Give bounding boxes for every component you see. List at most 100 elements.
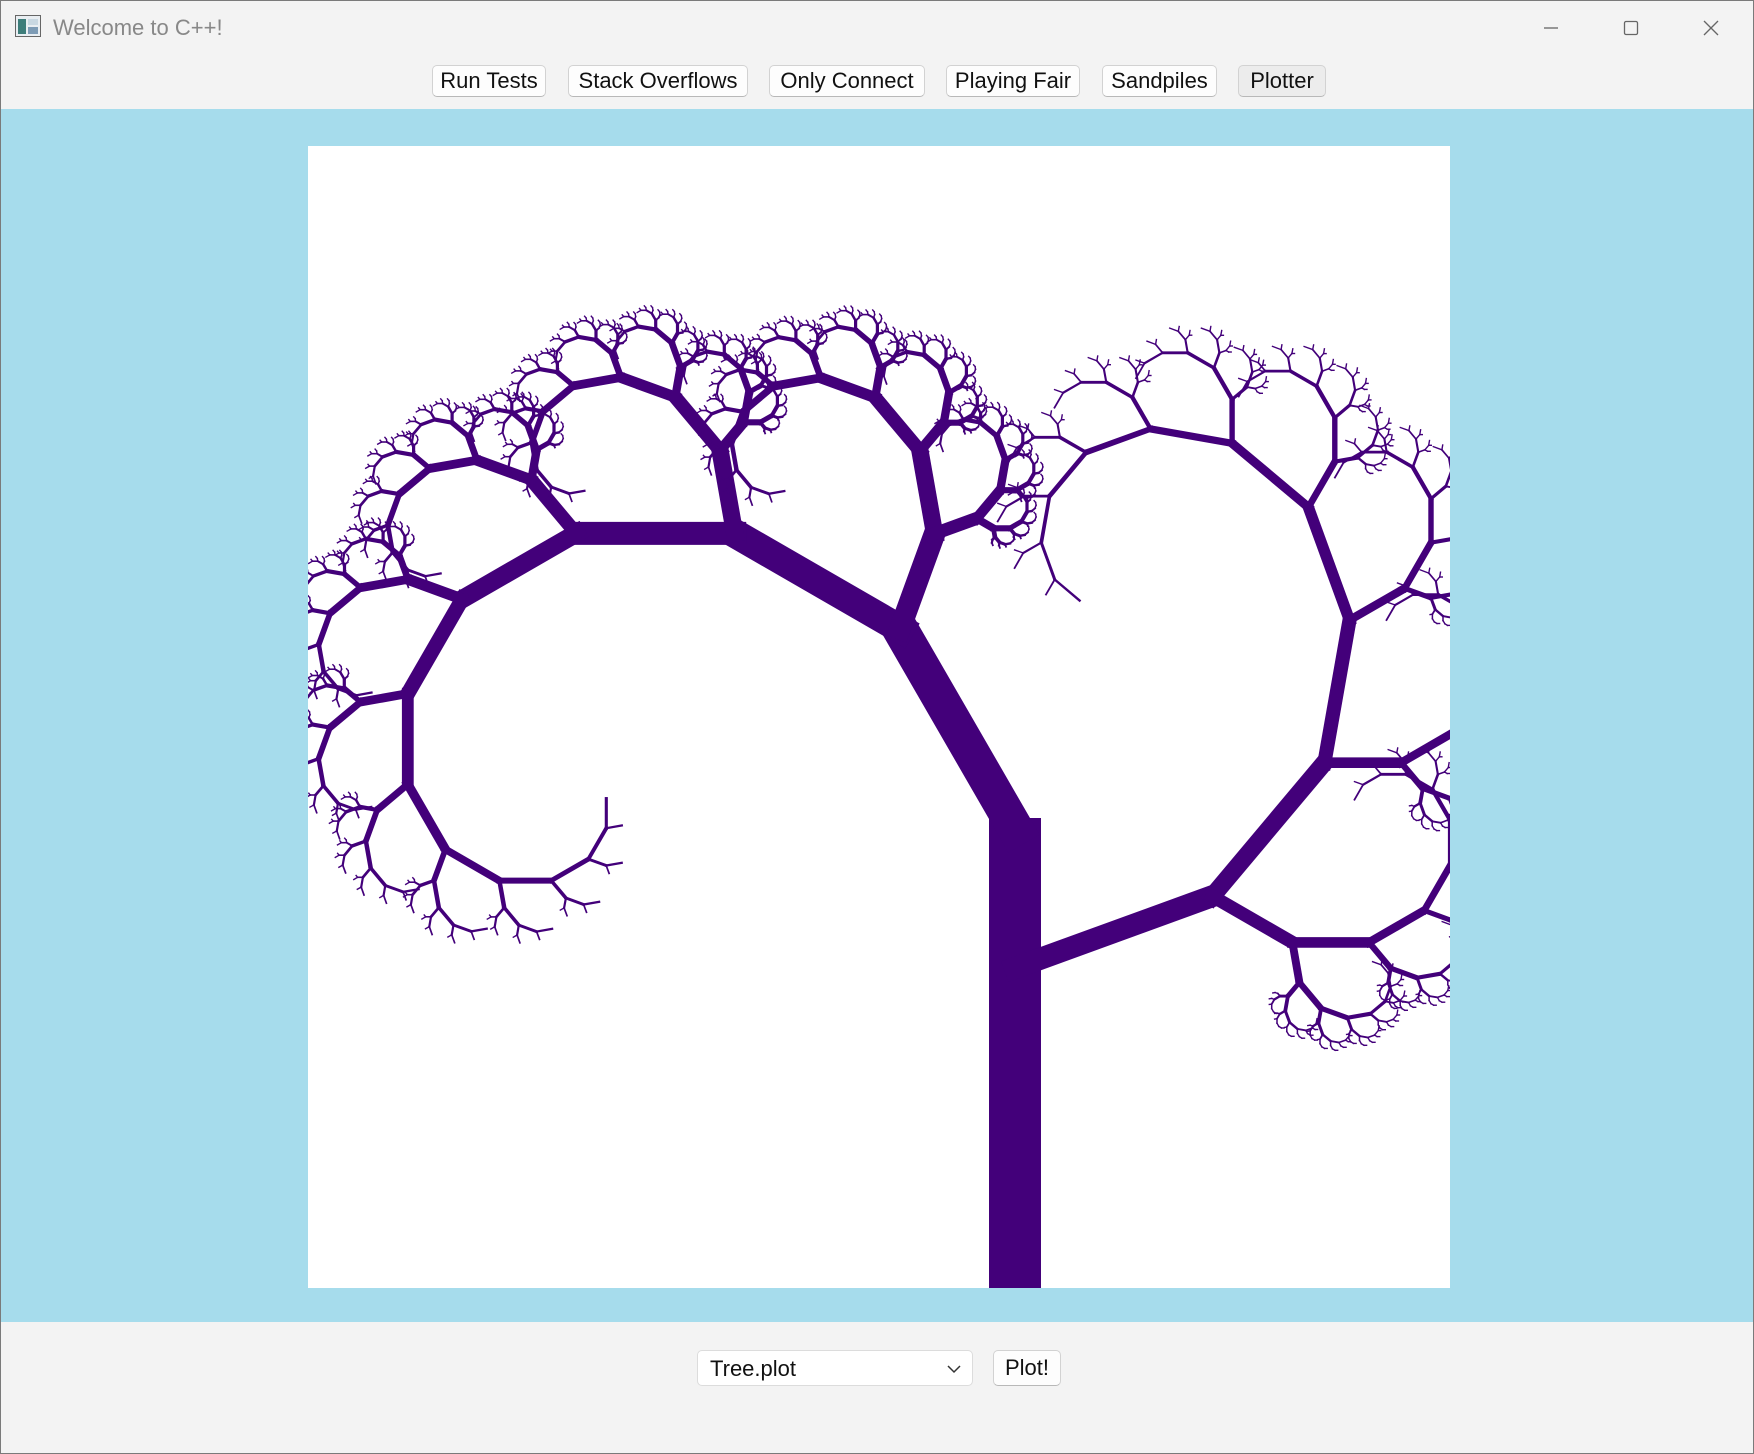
tree-branch	[1018, 534, 1022, 540]
tree-branch	[928, 336, 933, 341]
maximize-button[interactable]	[1591, 1, 1671, 55]
tree-branch	[936, 418, 940, 423]
tree-branch	[1013, 549, 1025, 554]
tree-branch	[469, 927, 489, 933]
tree-branch	[1344, 439, 1356, 445]
close-button[interactable]	[1671, 1, 1751, 55]
run-tests-button[interactable]: Run Tests	[432, 65, 546, 97]
tree-branch	[496, 877, 507, 911]
tree-branch	[617, 326, 627, 333]
tree-branch	[1385, 1018, 1395, 1023]
tree-branch	[341, 551, 346, 565]
tree-branch	[525, 487, 531, 498]
sandpiles-button[interactable]: Sandpiles	[1102, 65, 1217, 97]
tree-branch	[1225, 436, 1315, 514]
tree-branch	[767, 489, 786, 496]
tree-branch	[406, 525, 410, 529]
tree-branch	[585, 825, 609, 862]
tree-branch	[758, 351, 763, 356]
tree-branch	[562, 896, 568, 910]
tree-branch	[621, 313, 625, 318]
tree-branch	[719, 369, 728, 376]
tree-branch	[1428, 484, 1449, 501]
tree-branch	[689, 338, 694, 343]
tree-branch	[1406, 751, 1410, 758]
tree-branch	[703, 404, 707, 409]
plotter-button[interactable]: Plotter	[1238, 65, 1326, 97]
tree-branch	[555, 339, 568, 354]
close-icon	[1703, 20, 1719, 36]
tree-branch	[763, 429, 767, 435]
tree-branch	[313, 689, 318, 700]
playing-fair-button[interactable]: Playing Fair	[946, 65, 1080, 97]
tree-branch	[1033, 511, 1037, 516]
tree-branch	[1400, 973, 1403, 981]
tree-branch	[369, 450, 373, 455]
tree-branch	[1200, 327, 1211, 333]
tree-branch	[1024, 422, 1028, 427]
tree-branch	[406, 442, 413, 447]
tree-branch	[1040, 411, 1052, 417]
tree-branch	[635, 324, 659, 332]
tree-branch	[991, 405, 1000, 412]
tree-branch	[1314, 369, 1324, 388]
tree-branch	[749, 485, 771, 496]
tree-branch	[449, 520, 589, 612]
tree-branch	[665, 308, 669, 313]
tree-branch	[1154, 343, 1164, 354]
tree-branch	[432, 417, 455, 426]
tree-branch	[925, 334, 929, 339]
tree-branch	[683, 321, 688, 325]
tree-branch	[760, 350, 765, 355]
tree-branch	[947, 338, 951, 342]
tree-branch	[567, 492, 573, 503]
minimize-button[interactable]	[1511, 1, 1591, 55]
tree-branch	[983, 394, 987, 398]
tree-branch	[871, 309, 876, 313]
tree-branch	[612, 319, 616, 323]
plot-button[interactable]: Plot!	[993, 1350, 1061, 1386]
tree-branch	[971, 381, 976, 386]
tree-branch	[643, 304, 647, 309]
tree-branch	[809, 338, 813, 343]
tree-branch	[650, 304, 654, 309]
tree-branch	[450, 933, 456, 944]
tree-branch	[1301, 500, 1357, 628]
tree-branch	[348, 526, 353, 530]
only-connect-button[interactable]: Only Connect	[769, 65, 925, 97]
tree-branch	[740, 333, 744, 338]
tree-branch	[353, 523, 357, 528]
tree-branch	[725, 333, 730, 338]
tree-branch	[560, 432, 564, 437]
tree-branch	[1021, 449, 1025, 453]
tree-branch	[560, 421, 564, 425]
stack-overflows-button[interactable]: Stack Overflows	[568, 65, 748, 97]
tree-branch	[1447, 456, 1450, 470]
tree-branch	[1203, 887, 1302, 952]
tree-branch	[554, 349, 559, 363]
tree-branch	[396, 432, 400, 437]
tree-branch	[761, 324, 765, 329]
tree-branch	[892, 326, 896, 330]
tree-branch	[901, 336, 905, 341]
tree-branch	[1218, 349, 1228, 354]
tree-branch	[1129, 394, 1154, 432]
tree-branch	[417, 406, 422, 411]
tree-branch	[354, 791, 358, 796]
tree-branch	[886, 519, 949, 643]
tree-branch	[1313, 383, 1338, 421]
tree-branch	[335, 829, 341, 840]
tree-branch	[638, 307, 642, 312]
tree-branch	[1415, 975, 1424, 992]
tree-branch	[1427, 751, 1437, 763]
tree-branch	[1427, 567, 1431, 574]
tree-branch	[735, 337, 744, 344]
toolbar: Run Tests Stack Overflows Only Connect P…	[1, 61, 1753, 103]
tree-branch	[1053, 388, 1065, 394]
tree-branch	[543, 412, 552, 419]
plot-file-select[interactable]: Tree.plot	[697, 1350, 973, 1386]
tree-branch	[1431, 820, 1442, 824]
tree-branch	[807, 349, 826, 383]
tree-branch	[343, 837, 348, 841]
tree-branch	[1146, 424, 1237, 448]
